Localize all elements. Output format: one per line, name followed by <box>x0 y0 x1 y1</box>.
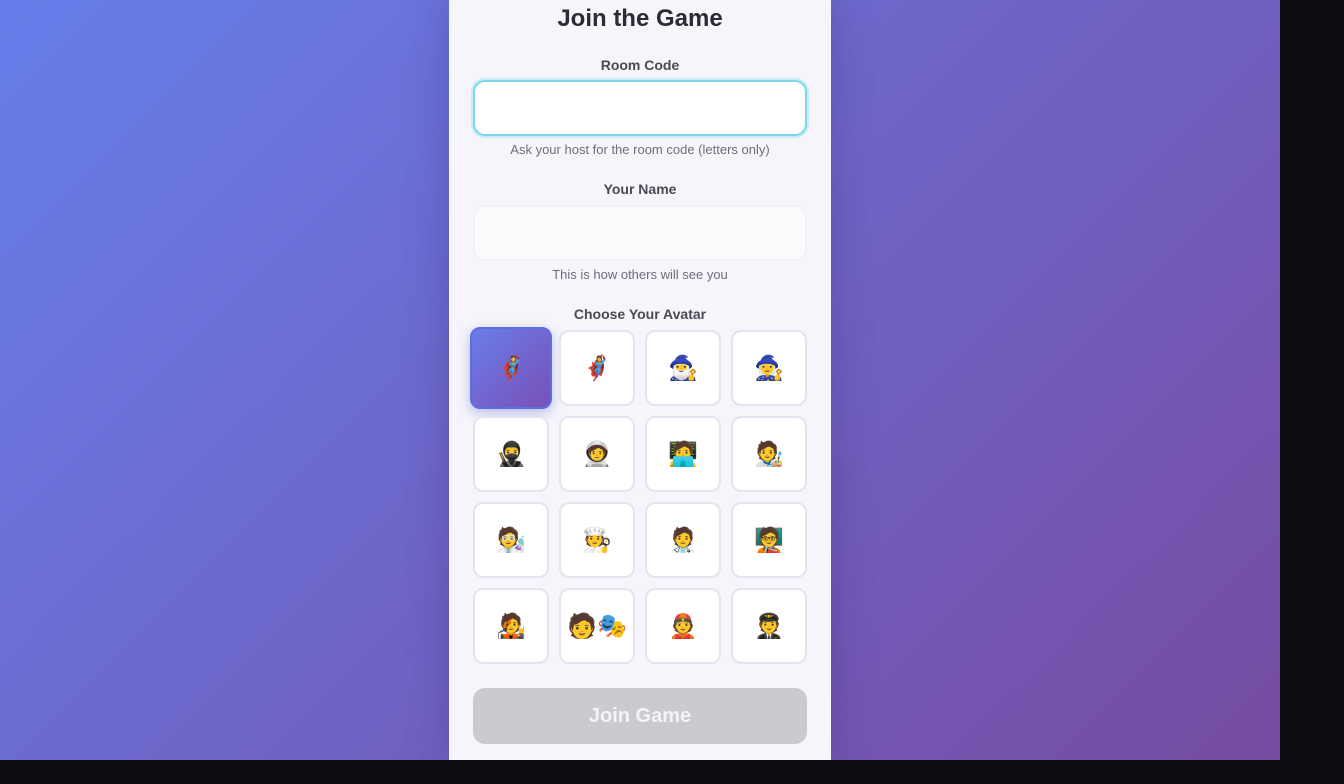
avatar-option-singer[interactable]: 🧑‍🎤 <box>473 588 549 664</box>
page-background: Join the Game Room Code Ask your host fo… <box>0 0 1280 760</box>
page-title: Join the Game <box>557 5 723 32</box>
join-game-card: Join the Game Room Code Ask your host fo… <box>449 0 831 760</box>
avatar-option-technologist[interactable]: 🧑‍💻 <box>645 416 721 492</box>
avatar-option-wizard[interactable]: 🧙‍♂️ <box>645 330 721 406</box>
avatar-option-astronaut[interactable]: 🧑‍🚀 <box>559 416 635 492</box>
avatar-option-teacher[interactable]: 🧑‍🏫 <box>731 502 807 578</box>
room-code-input[interactable] <box>473 80 807 136</box>
avatar-option-health-worker[interactable]: 🧑‍⚕️ <box>645 502 721 578</box>
avatar-option-cook[interactable]: 🧑‍🍳 <box>559 502 635 578</box>
avatar-section-label: Choose Your Avatar <box>573 306 707 322</box>
avatar-option-artist[interactable]: 🧑‍🎨 <box>731 416 807 492</box>
name-hint: This is how others will see you <box>552 267 728 282</box>
room-code-hint: Ask your host for the room code (letters… <box>510 142 770 157</box>
avatar-option-superhero-woman[interactable]: 🦸‍♀️ <box>559 330 635 406</box>
avatar-option-scientist[interactable]: 🧑‍🔬 <box>473 502 549 578</box>
avatar-option-wizard-woman[interactable]: 🧙‍♀️ <box>731 330 807 406</box>
avatar-grid: 🦸 🦸‍♀️ 🧙‍♂️ 🧙‍♀️ 🥷 🧑‍🚀 🧑‍💻 🧑‍🎨 🧑‍🔬 🧑‍🍳 🧑‍⚕️ 🧑‍🏫 🧑‍🎤 🧑… <box>470 327 807 664</box>
name-label: Your Name <box>603 181 677 197</box>
avatar-option-pilot[interactable]: 🧑‍✈️ <box>731 588 807 664</box>
avatar-option-firefighter[interactable]: 👲 <box>645 588 721 664</box>
avatar-option-ninja[interactable]: 🥷 <box>473 416 549 492</box>
avatar-option-performer[interactable]: 🧑🎭 <box>559 588 635 664</box>
room-code-label: Room Code <box>600 57 680 73</box>
join-game-button[interactable]: Join Game <box>473 688 807 744</box>
name-input[interactable] <box>473 205 807 261</box>
avatar-option-superhero[interactable]: 🦸 <box>470 327 552 409</box>
